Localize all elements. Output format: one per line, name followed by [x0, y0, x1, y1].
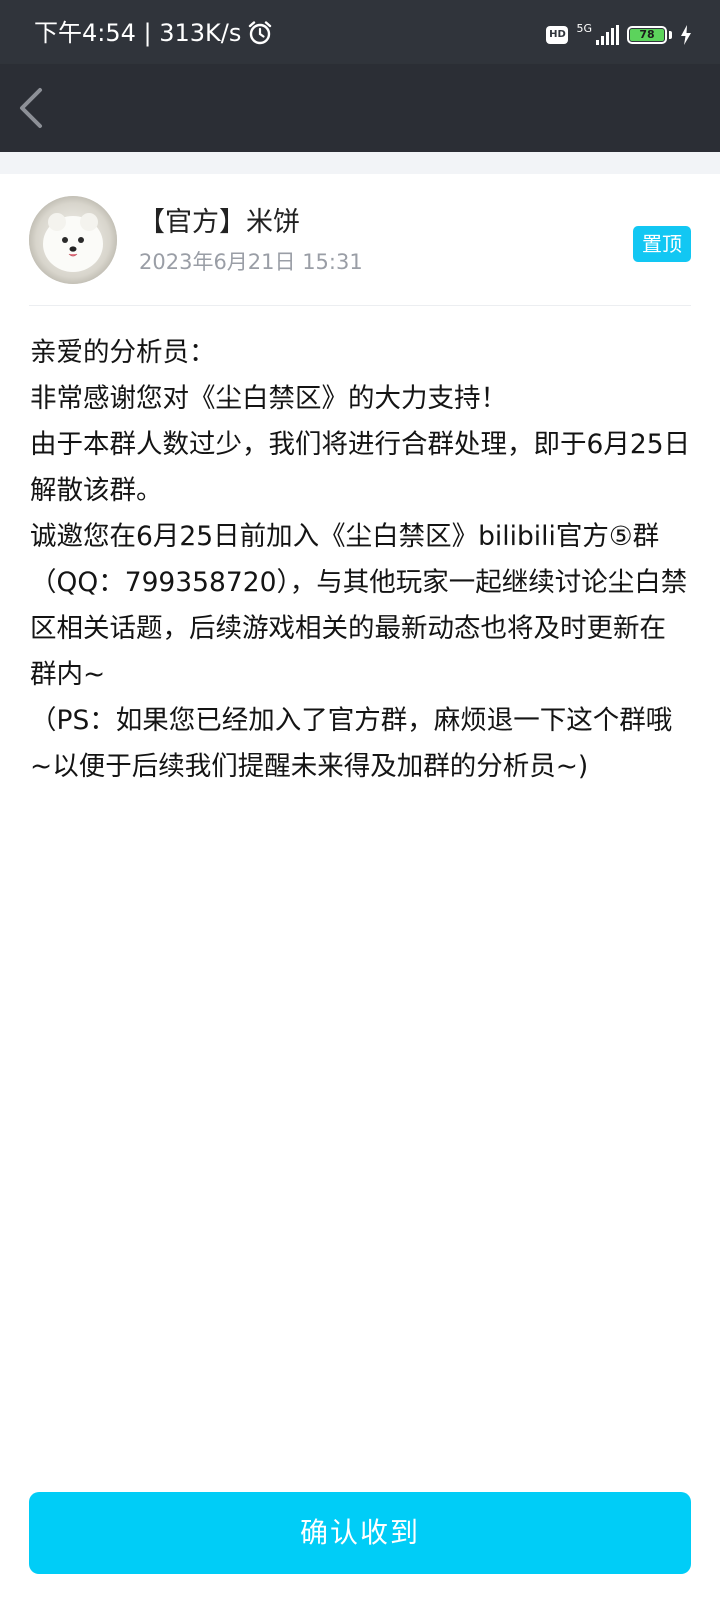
message-header: 【官方】米饼 2023年6月21日 15:31 置顶 [0, 174, 720, 306]
network-label: 5G [576, 21, 592, 35]
status-bar: 下午4:54 | 313K/s HD 5G 78 [0, 0, 720, 64]
message-time: 2023年6月21日 15:31 [139, 250, 363, 274]
sender-name: 【官方】米饼 [138, 207, 300, 238]
charging-icon [681, 25, 691, 45]
hd-icon: HD [546, 26, 569, 44]
message-paragraph: 非常感谢您对《尘白禁区》的大力支持！ [30, 383, 507, 414]
top-nav-bar [0, 64, 720, 152]
header-divider [29, 305, 691, 306]
message-paragraph: （PS：如果您已经加入了官方群，麻烦退一下这个群哦~以便于后续我们提醒未来得及加… [30, 705, 673, 782]
message-paragraph: 诚邀您在6月25日前加入《尘白禁区》bilibili官方⑤群（QQ：799358… [30, 521, 688, 690]
battery-level: 78 [630, 29, 664, 41]
message-body: 亲爱的分析员： 非常感谢您对《尘白禁区》的大力支持！ 由于本群人数过少，我们将进… [30, 330, 692, 790]
battery-tip [669, 31, 672, 39]
status-left: 下午4:54 | 313K/s [34, 18, 273, 48]
chevron-left-icon[interactable] [10, 82, 54, 134]
alarm-icon [249, 21, 272, 45]
pinned-badge: 置顶 [633, 226, 691, 262]
confirm-received-button[interactable]: 确认收到 [29, 1492, 691, 1574]
signal-icon [596, 25, 619, 45]
status-time-speed: 下午4:54 | 313K/s [34, 19, 242, 47]
avatar-dog-image [29, 196, 117, 284]
status-right: HD 5G 78 [546, 22, 692, 48]
message-paragraph: 亲爱的分析员： [30, 337, 216, 368]
section-gap [0, 152, 720, 174]
battery-icon: 78 [627, 26, 667, 44]
avatar [29, 196, 117, 284]
message-paragraph: 由于本群人数过少，我们将进行合群处理，即于6月25日解散该群。 [30, 429, 691, 506]
